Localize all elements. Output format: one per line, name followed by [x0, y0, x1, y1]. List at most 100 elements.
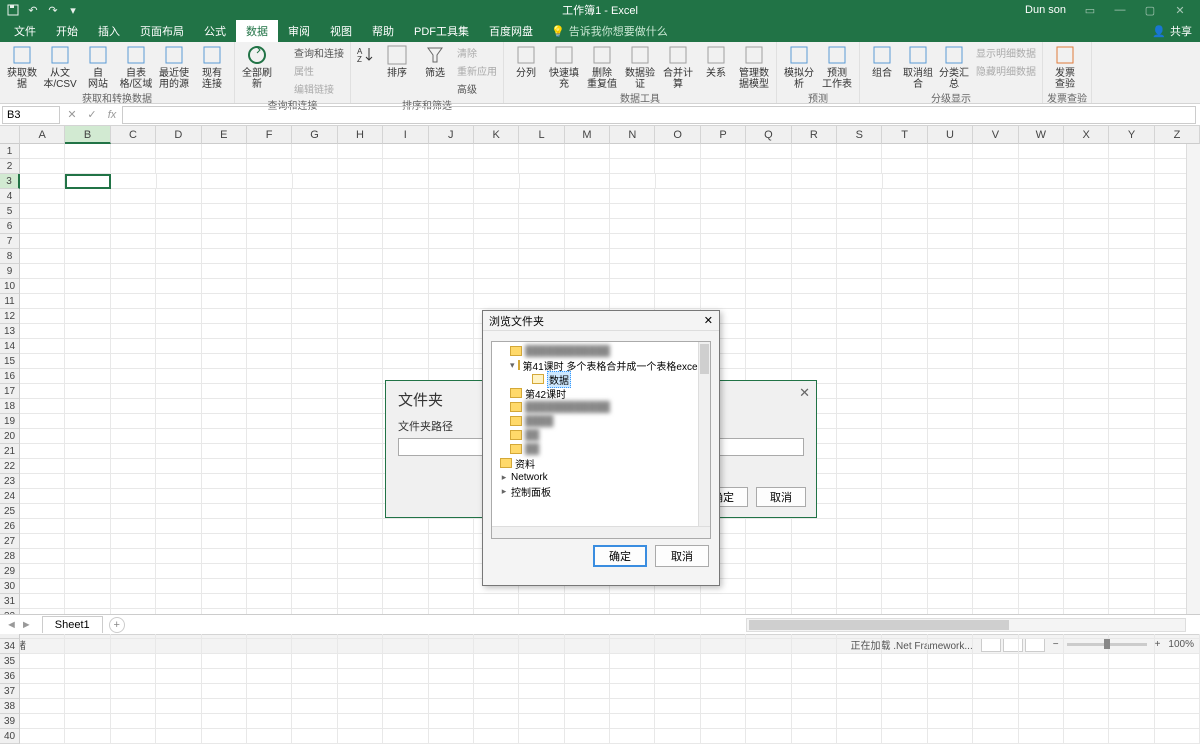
cell[interactable] [1019, 549, 1064, 564]
cell[interactable] [202, 189, 247, 204]
cell[interactable] [111, 459, 156, 474]
cell[interactable] [338, 354, 383, 369]
cell[interactable] [20, 654, 65, 669]
cell[interactable] [1109, 504, 1154, 519]
cell[interactable] [610, 279, 655, 294]
browse-close-icon[interactable]: ✕ [704, 314, 713, 327]
ribbon-button[interactable]: 数据验证 [622, 44, 658, 90]
cell[interactable] [837, 324, 882, 339]
cell[interactable] [338, 174, 383, 189]
cell[interactable] [928, 414, 973, 429]
cell[interactable] [111, 369, 156, 384]
cell[interactable] [111, 189, 156, 204]
cell[interactable] [202, 534, 247, 549]
cell[interactable] [928, 534, 973, 549]
cell[interactable] [247, 444, 292, 459]
row-header[interactable]: 2 [0, 159, 20, 174]
row-header[interactable]: 25 [0, 504, 20, 519]
cell[interactable] [837, 654, 882, 669]
row-header[interactable]: 37 [0, 684, 20, 699]
refresh-all-button[interactable]: 全部刷新 [239, 44, 275, 90]
cell[interactable] [519, 264, 564, 279]
cell[interactable] [701, 174, 746, 189]
sort-button[interactable]: 排序 [379, 44, 415, 79]
cell[interactable] [701, 714, 746, 729]
cell[interactable] [973, 324, 1018, 339]
cell[interactable] [111, 354, 156, 369]
column-header[interactable]: M [565, 126, 610, 144]
cell[interactable] [156, 669, 201, 684]
cell[interactable] [156, 444, 201, 459]
cell[interactable] [928, 579, 973, 594]
cell[interactable] [111, 444, 156, 459]
cell[interactable] [1019, 534, 1064, 549]
cell[interactable] [429, 594, 474, 609]
cell[interactable] [565, 159, 610, 174]
cell[interactable] [65, 339, 110, 354]
cell[interactable] [928, 399, 973, 414]
cell[interactable] [156, 264, 201, 279]
cell[interactable] [202, 369, 247, 384]
cell[interactable] [65, 669, 110, 684]
column-header[interactable]: R [792, 126, 837, 144]
cell[interactable] [973, 489, 1018, 504]
cell[interactable] [65, 684, 110, 699]
cell[interactable] [1064, 294, 1109, 309]
cell[interactable] [837, 294, 882, 309]
cell[interactable] [247, 699, 292, 714]
cell[interactable] [429, 309, 474, 324]
cell[interactable] [565, 144, 610, 159]
column-header[interactable]: I [383, 126, 428, 144]
cell[interactable] [973, 564, 1018, 579]
cell[interactable] [111, 489, 156, 504]
column-header[interactable]: K [474, 126, 519, 144]
cell[interactable] [247, 369, 292, 384]
cell[interactable] [1019, 474, 1064, 489]
cell[interactable] [746, 684, 791, 699]
cell[interactable] [156, 549, 201, 564]
cell[interactable] [792, 309, 837, 324]
cell[interactable] [1064, 579, 1109, 594]
cell[interactable] [383, 564, 428, 579]
cell[interactable] [292, 294, 337, 309]
cell[interactable] [65, 354, 110, 369]
cell[interactable] [429, 204, 474, 219]
cell[interactable] [429, 189, 474, 204]
cell[interactable] [928, 219, 973, 234]
cell[interactable] [882, 489, 927, 504]
cell[interactable] [474, 204, 519, 219]
cell[interactable] [65, 204, 110, 219]
vertical-scrollbar[interactable] [1186, 144, 1200, 614]
cell[interactable] [111, 414, 156, 429]
cell[interactable] [156, 504, 201, 519]
cell[interactable] [882, 714, 927, 729]
cell[interactable] [746, 354, 791, 369]
cell[interactable] [247, 579, 292, 594]
cell[interactable] [1109, 459, 1154, 474]
cell[interactable] [973, 459, 1018, 474]
cell[interactable] [1019, 654, 1064, 669]
cell[interactable] [1019, 309, 1064, 324]
cell[interactable] [1109, 144, 1154, 159]
row-header[interactable]: 19 [0, 414, 20, 429]
filter-button[interactable]: 筛选 [417, 44, 453, 79]
cell[interactable] [882, 309, 927, 324]
cell[interactable] [111, 429, 156, 444]
cell[interactable] [111, 714, 156, 729]
cell[interactable] [474, 699, 519, 714]
cell[interactable] [20, 354, 65, 369]
cell[interactable] [383, 339, 428, 354]
cell[interactable] [1155, 699, 1200, 714]
cell[interactable] [247, 309, 292, 324]
cell[interactable] [746, 174, 791, 189]
cell[interactable] [292, 714, 337, 729]
cell[interactable] [156, 159, 201, 174]
cell[interactable] [202, 594, 247, 609]
cell[interactable] [837, 504, 882, 519]
cell[interactable] [746, 534, 791, 549]
cell[interactable] [65, 399, 110, 414]
tab-home[interactable]: 开始 [46, 20, 88, 42]
cell[interactable] [429, 339, 474, 354]
cell[interactable] [202, 279, 247, 294]
cell[interactable] [973, 279, 1018, 294]
